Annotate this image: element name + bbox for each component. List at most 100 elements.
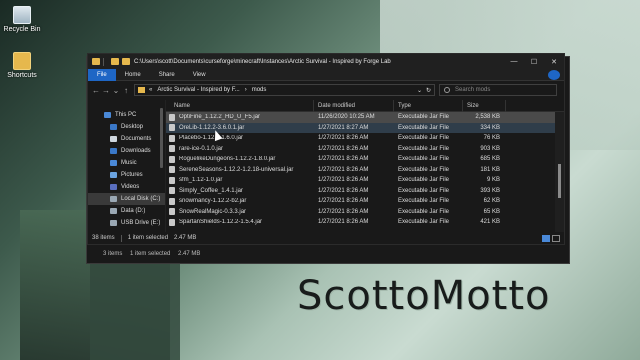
column-header-date[interactable]: Date modified	[314, 99, 394, 112]
file-name-cell: sfm_1.12-1.0.jar	[166, 176, 314, 184]
sidebar-item-downloads[interactable]: Downloads	[88, 145, 165, 157]
title-bar[interactable]: C:\Users\scott\Documents\curseforge\mine…	[88, 54, 564, 69]
selection-size: 2.47 MB	[178, 251, 201, 257]
scrollbar-thumb[interactable]	[558, 164, 561, 198]
file-row[interactable]: OptiFine_1.12.2_HD_U_F5.jar 11/26/2020 10…	[166, 112, 564, 123]
disk-icon	[110, 208, 117, 214]
file-size: 76 KB	[483, 135, 500, 142]
sidebar-item-local-disk[interactable]: Local Disk (C:)	[88, 193, 165, 205]
breadcrumb-instance[interactable]: Arctic Survival - Inspired by F...	[157, 87, 239, 93]
file-size: 9 KB	[486, 177, 500, 184]
sidebar-item-videos[interactable]: Videos	[88, 181, 165, 193]
help-icon[interactable]	[548, 69, 560, 80]
divider	[120, 234, 122, 242]
file-size: 334 KB	[480, 124, 500, 131]
forward-button[interactable]: →	[101, 86, 111, 95]
file-row[interactable]: SereneSeasons-1.12.2-1.2.18-universal.ja…	[166, 165, 564, 176]
file-date: 1/27/2021 8:27 AM	[318, 124, 369, 131]
jar-file-icon	[169, 187, 175, 195]
tab-share[interactable]: Share	[150, 69, 184, 81]
sidebar-item-data-drive[interactable]: Data (D:)	[88, 205, 165, 217]
file-name-cell: SereneSeasons-1.12.2-1.2.18-universal.ja…	[166, 166, 314, 174]
file-type: Executable Jar File	[398, 135, 450, 142]
file-size: 62 KB	[483, 198, 500, 205]
selection-count: 1 item selected	[127, 235, 169, 241]
file-type: Executable Jar File	[398, 187, 450, 194]
details-view-button[interactable]	[542, 235, 550, 242]
up-button[interactable]: ↑	[121, 86, 131, 95]
jar-file-icon	[169, 176, 175, 184]
maximize-button[interactable]: ☐	[524, 54, 544, 69]
file-row[interactable]: OreLib-1.12.2-3.6.0.1.jar 1/27/2021 8:27 …	[166, 122, 564, 133]
status-bar: 38 items 1 item selected 2.47 MB	[88, 232, 564, 244]
quick-access-properties-icon[interactable]	[111, 58, 119, 65]
column-header-type[interactable]: Type	[394, 99, 463, 112]
file-row[interactable]: SnowRealMagic-0.3.3.jar 1/27/2021 8:26 AM…	[166, 207, 564, 218]
file-type: Executable Jar File	[398, 156, 450, 163]
file-type: Executable Jar File	[398, 145, 450, 152]
file-size: 421 KB	[480, 219, 500, 226]
file-row[interactable]: RoguelikeDungeons-1.12.2-1.8.0.jar 1/27/2…	[166, 154, 564, 165]
file-row[interactable]: rare-ice-0.1.0.jar 1/27/2021 8:26 AM Execu…	[166, 144, 564, 155]
refresh-button[interactable]: ↻	[426, 87, 431, 94]
explorer-window[interactable]: C:\Users\scott\Documents\curseforge\mine…	[87, 53, 565, 245]
jar-file-icon	[169, 197, 175, 205]
tab-view[interactable]: View	[184, 69, 215, 81]
file-name-cell: rare-ice-0.1.0.jar	[166, 145, 314, 153]
sidebar-item-desktop[interactable]: Desktop	[88, 121, 165, 133]
tab-home[interactable]: Home	[116, 69, 150, 81]
file-row[interactable]: Simply_Coffee_1.4.1.jar 1/27/2021 8:26 AM…	[166, 186, 564, 197]
breadcrumb-separator[interactable]: ›	[245, 87, 247, 93]
recent-locations-button[interactable]: ⌄	[111, 86, 121, 95]
file-size: 903 KB	[480, 145, 500, 152]
sidebar-item-music[interactable]: Music	[88, 157, 165, 169]
folder-shortcut-icon	[13, 52, 31, 70]
column-header-size[interactable]: Size	[463, 99, 506, 112]
item-count: 3 items	[103, 251, 123, 257]
desktop-icon	[110, 124, 117, 130]
sidebar-item-pictures[interactable]: Pictures	[88, 169, 165, 181]
sidebar-item-documents[interactable]: Documents	[88, 133, 165, 145]
file-size: 65 KB	[483, 208, 500, 215]
file-row[interactable]: snowmancy-1.12.2-b2.jar 1/27/2021 8:26 AM…	[166, 196, 564, 207]
file-name: sfm_1.12-1.0.jar	[179, 177, 223, 184]
large-icons-view-button[interactable]	[552, 235, 560, 242]
desktop-icon-shortcuts[interactable]: Shortcuts	[0, 52, 44, 79]
file-date: 1/27/2021 8:26 AM	[318, 208, 369, 215]
selection-size: 2.47 MB	[174, 235, 197, 241]
jar-file-icon	[169, 124, 175, 132]
address-dropdown-button[interactable]: ⌄	[417, 87, 422, 94]
file-row[interactable]: sfm_1.12-1.0.jar 1/27/2021 8:26 AM Executa…	[166, 175, 564, 186]
breadcrumb-mods[interactable]: mods	[252, 87, 267, 93]
ribbon-tabs: File Home Share View	[88, 68, 564, 81]
file-size: 393 KB	[480, 187, 500, 194]
close-button[interactable]: ✕	[544, 54, 564, 69]
sidebar-item-this-pc[interactable]: This PC	[88, 109, 165, 121]
quick-access-new-folder-icon[interactable]	[122, 58, 130, 65]
disk-icon	[110, 196, 117, 202]
sidebar-item-usb-drive[interactable]: USB Drive (E:)	[88, 217, 165, 229]
window-title: C:\Users\scott\Documents\curseforge\mine…	[134, 58, 391, 65]
breadcrumb-overflow[interactable]: «	[149, 87, 152, 93]
file-list-scrollbar[interactable]	[555, 112, 564, 232]
minimize-button[interactable]: —	[504, 54, 524, 69]
column-header-name[interactable]: Name	[166, 99, 314, 112]
file-date: 1/27/2021 8:26 AM	[318, 166, 369, 173]
navigation-pane-scrollbar[interactable]	[160, 108, 163, 168]
pictures-icon	[110, 172, 117, 178]
back-button[interactable]: ←	[91, 86, 101, 95]
sidebar-item-label: Data (D:)	[121, 208, 146, 214]
desktop-icon-recycle-bin[interactable]: Recycle Bin	[0, 6, 44, 33]
file-row[interactable]: Placebo-1.12.2-1.6.0.jar 1/27/2021 8:26 A…	[166, 133, 564, 144]
tab-file[interactable]: File	[88, 68, 116, 81]
file-date: 1/27/2021 8:26 AM	[318, 156, 369, 163]
desktop-background-block	[90, 250, 180, 360]
file-name-cell: Simply_Coffee_1.4.1.jar	[166, 187, 314, 195]
address-bar[interactable]: « Arctic Survival - Inspired by F... › m…	[134, 84, 435, 96]
search-input[interactable]: Search mods	[439, 84, 557, 96]
jar-file-icon	[169, 155, 175, 163]
divider	[103, 57, 104, 66]
file-row[interactable]: SpartanShields-1.12.2-1.5.4.jar 1/27/2021…	[166, 217, 564, 228]
explorer-body: This PC Desktop Documents Downloads Musi…	[88, 99, 564, 232]
file-type: Executable Jar File	[398, 208, 450, 215]
